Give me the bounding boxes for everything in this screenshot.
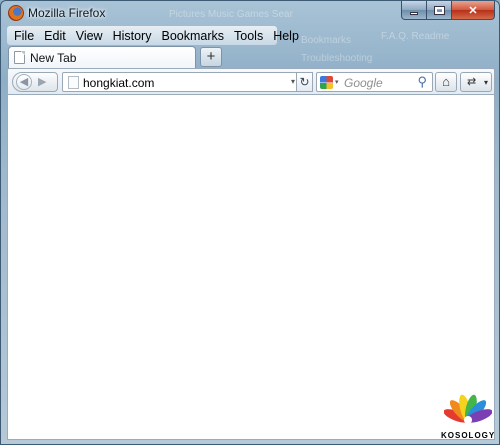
site-identity-icon[interactable] (68, 76, 79, 89)
glass-background-text: F.A.Q. Readme (381, 31, 450, 42)
close-button[interactable]: ✕ (452, 1, 495, 20)
search-engine-dropdown-icon[interactable]: ▾ (335, 78, 339, 86)
glass-background-text: Troubleshooting (301, 53, 373, 64)
maximize-button[interactable] (427, 1, 452, 20)
forward-button[interactable]: ▶ (38, 75, 46, 89)
home-icon: ⌂ (442, 74, 450, 89)
forward-arrow-icon: ▶ (38, 76, 47, 88)
menu-view[interactable]: View (71, 29, 108, 43)
minimize-icon (410, 11, 418, 15)
back-button[interactable]: ◀ (16, 74, 32, 90)
glass-background-text: Bookmarks (301, 35, 352, 46)
search-input[interactable]: Google (344, 76, 383, 90)
menu-bookmarks[interactable]: Bookmarks (156, 29, 229, 43)
menu-edit[interactable]: Edit (39, 29, 71, 43)
page-icon (14, 51, 25, 64)
google-icon[interactable] (320, 76, 333, 89)
tab-label: New Tab (30, 50, 77, 65)
url-input[interactable]: hongkiat.com (83, 76, 154, 90)
menu-tools[interactable]: Tools (229, 29, 268, 43)
menu-history[interactable]: History (108, 29, 157, 43)
minimize-button[interactable] (401, 1, 427, 20)
url-bar[interactable]: hongkiat.com ▾ (62, 72, 300, 92)
navigation-toolbar: ◀ ▶ hongkiat.com ▾ ↻ ▾ Google ⚲ ⌂ ⇄ ▾ (7, 68, 495, 95)
search-icon[interactable]: ⚲ (417, 74, 427, 90)
sync-icon: ⇄ (467, 76, 477, 88)
reload-icon: ↻ (299, 75, 310, 89)
menu-help[interactable]: Help (268, 29, 304, 43)
url-history-dropdown-icon[interactable]: ▾ (291, 77, 295, 86)
sync-button[interactable]: ⇄ ▾ (460, 72, 492, 92)
close-icon: ✕ (468, 4, 478, 17)
home-button[interactable]: ⌂ (435, 72, 457, 92)
menu-file[interactable]: File (9, 29, 39, 43)
window-title: Mozilla Firefox (28, 6, 106, 20)
title-bar[interactable]: Mozilla Firefox ✕ (1, 1, 500, 25)
maximize-icon (433, 5, 445, 15)
back-forward-group: ◀ ▶ (12, 72, 58, 92)
back-arrow-icon: ◀ (19, 76, 29, 88)
page-content[interactable] (7, 95, 495, 440)
caption-buttons: ✕ (401, 1, 495, 20)
window-frame: Pictures Music Games Sear Bookmarks F.A.… (0, 0, 500, 445)
new-tab-button[interactable]: + (200, 47, 222, 67)
chevron-down-icon[interactable]: ▾ (484, 74, 488, 92)
tab-new-tab[interactable]: New Tab (8, 46, 196, 68)
reload-button[interactable]: ↻ (296, 72, 313, 92)
firefox-logo-icon[interactable] (8, 5, 24, 21)
watermark-text: KOSOLOGY (441, 431, 496, 440)
menu-bar: File Edit View History Bookmarks Tools H… (7, 26, 299, 45)
search-bar[interactable]: ▾ Google ⚲ (316, 72, 433, 92)
